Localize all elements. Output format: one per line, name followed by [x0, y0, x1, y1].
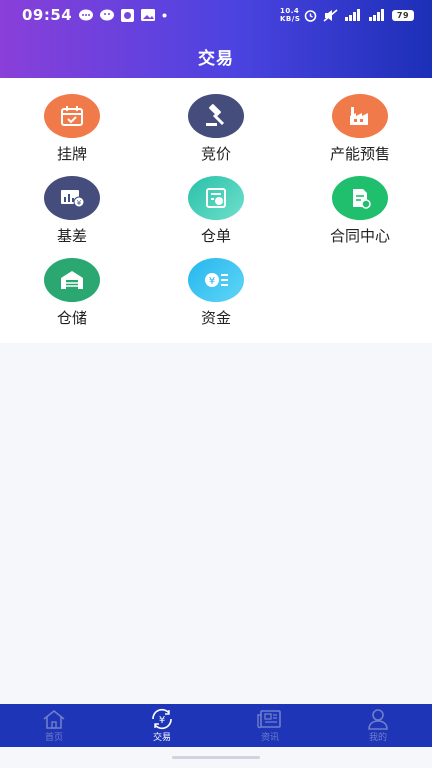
gesture-bar[interactable]	[172, 756, 260, 759]
grid-label: 仓储	[56, 309, 87, 327]
contract-icon	[332, 176, 388, 220]
yen-exchange-icon: ¥	[149, 708, 175, 730]
status-time: 09:54	[22, 6, 73, 24]
grid-item-basis[interactable]: ¥ 基差	[0, 160, 144, 245]
signal-icon-2	[369, 9, 384, 21]
nav-item-home[interactable]: 首页	[0, 704, 108, 747]
function-grid: 挂牌 竞价 产能预售 ¥ 基差 仓单 合同中心 仓储 ¥ 资金	[0, 78, 432, 343]
grid-label: 合同中心	[329, 227, 390, 245]
battery-indicator: 79	[392, 9, 414, 21]
header: 09:54 10.4 KB/S 79 交易	[0, 0, 432, 78]
calendar-check-icon	[44, 94, 100, 138]
bottom-nav: 首页 ¥ 交易 资讯 我的	[0, 704, 432, 747]
svg-text:¥: ¥	[77, 199, 82, 207]
nav-label: 首页	[44, 733, 63, 743]
grid-item-bidding[interactable]: 竞价	[144, 78, 288, 163]
grid-label: 资金	[200, 309, 231, 327]
warehouse-receipt-icon	[188, 176, 244, 220]
nav-label: 我的	[368, 733, 387, 743]
svg-text:¥: ¥	[209, 276, 215, 287]
grid-item-warehouse-receipt[interactable]: 仓单	[144, 160, 288, 245]
image-icon	[141, 9, 156, 21]
message-icon	[79, 9, 94, 21]
home-icon	[41, 708, 67, 730]
nav-label: 交易	[152, 733, 171, 743]
dot-icon	[162, 13, 167, 17]
mute-icon	[323, 8, 338, 22]
svg-text:¥: ¥	[159, 715, 165, 726]
basis-chart-icon: ¥	[44, 176, 100, 220]
nav-item-news[interactable]: 资讯	[216, 704, 324, 747]
chat-icon	[100, 9, 115, 21]
nav-item-trade[interactable]: ¥ 交易	[108, 704, 216, 747]
alarm-icon	[304, 9, 317, 22]
warehouse-icon	[44, 258, 100, 302]
grid-item-listing[interactable]: 挂牌	[0, 78, 144, 163]
app-notification-icon	[121, 8, 135, 22]
grid-item-contract-center[interactable]: 合同中心	[288, 160, 432, 245]
gavel-icon	[188, 94, 244, 138]
grid-item-capacity-presale[interactable]: 产能预售	[288, 78, 432, 163]
network-speed: 10.4 KB/S	[280, 7, 301, 23]
grid-item-storage[interactable]: 仓储	[0, 242, 144, 327]
status-bar: 09:54 10.4 KB/S 79	[0, 0, 432, 30]
nav-item-mine[interactable]: 我的	[324, 704, 432, 747]
nav-label: 资讯	[260, 733, 279, 743]
news-icon	[257, 708, 283, 730]
page-title: 交易	[198, 49, 234, 69]
grid-item-funds[interactable]: ¥ 资金	[144, 242, 288, 327]
user-icon	[365, 708, 391, 730]
factory-icon	[332, 94, 388, 138]
money-icon: ¥	[188, 258, 244, 302]
signal-icon-1	[345, 9, 360, 21]
